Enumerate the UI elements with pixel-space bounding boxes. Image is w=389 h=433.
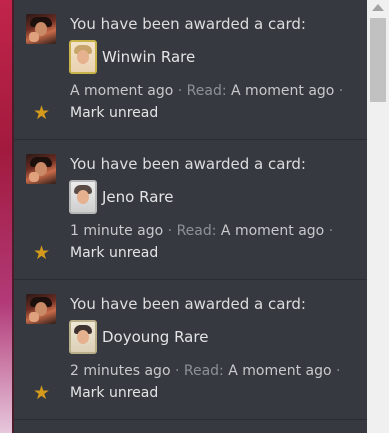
read-label: · Read: <box>163 223 221 239</box>
avatar-hand <box>29 312 39 322</box>
read-label: · Read: <box>173 83 232 99</box>
read-time: A moment ago <box>231 83 335 99</box>
card-face <box>77 190 89 204</box>
user-avatar[interactable] <box>26 294 56 324</box>
meta-separator: · <box>334 83 344 99</box>
mark-unread-link[interactable]: Mark unread <box>70 384 158 402</box>
notification-item[interactable]: You have been awarded a card: Winwin Rar… <box>14 0 367 140</box>
card-face <box>77 50 89 64</box>
notification-time: 1 minute ago <box>70 223 164 239</box>
star-icon[interactable]: ★ <box>33 383 50 403</box>
card-thumbnail[interactable] <box>69 40 97 74</box>
read-label: · Read: <box>170 363 229 379</box>
mark-unread-link[interactable]: Mark unread <box>70 244 158 262</box>
mark-unread-link[interactable]: Mark unread <box>70 104 158 122</box>
notification-meta: 2 minutes ago · Read: A moment ago · <box>70 362 340 380</box>
notification-time: A moment ago <box>70 83 174 99</box>
avatar-hand <box>29 32 39 42</box>
scroll-up-arrow-icon[interactable] <box>372 4 384 11</box>
card-name[interactable]: Winwin Rare <box>102 47 195 67</box>
user-avatar[interactable] <box>26 14 56 44</box>
card-thumbnail[interactable] <box>69 180 97 214</box>
meta-separator: · <box>324 223 334 239</box>
card-name[interactable]: Jeno Rare <box>102 187 173 207</box>
read-time: A moment ago <box>220 223 325 239</box>
star-icon[interactable]: ★ <box>33 243 50 263</box>
avatar-hand <box>29 172 39 182</box>
notification-item[interactable]: You have been awarded a card: Doyoung Ra… <box>14 280 367 420</box>
scrollbar[interactable] <box>367 0 389 433</box>
meta-separator: · <box>331 363 341 379</box>
card-thumbnail[interactable] <box>69 320 97 354</box>
card-face <box>77 330 89 344</box>
notification-time: 2 minutes ago <box>70 363 171 379</box>
notification-meta: 1 minute ago · Read: A moment ago · <box>70 222 333 240</box>
user-avatar[interactable] <box>26 154 56 184</box>
star-icon[interactable]: ★ <box>33 103 50 123</box>
notification-meta: A moment ago · Read: A moment ago · <box>70 82 343 100</box>
notification-panel: You have been awarded a card: Winwin Rar… <box>14 0 367 433</box>
notification-title: You have been awarded a card: <box>70 155 306 173</box>
notification-title: You have been awarded a card: <box>70 15 306 33</box>
scroll-thumb[interactable] <box>370 18 386 102</box>
read-time: A moment ago <box>228 363 332 379</box>
card-name[interactable]: Doyoung Rare <box>102 327 208 347</box>
notification-item[interactable]: You have been awarded a card: Jeno Rare … <box>14 140 367 280</box>
background-page-edge <box>0 0 14 433</box>
notification-title: You have been awarded a card: <box>70 295 306 313</box>
